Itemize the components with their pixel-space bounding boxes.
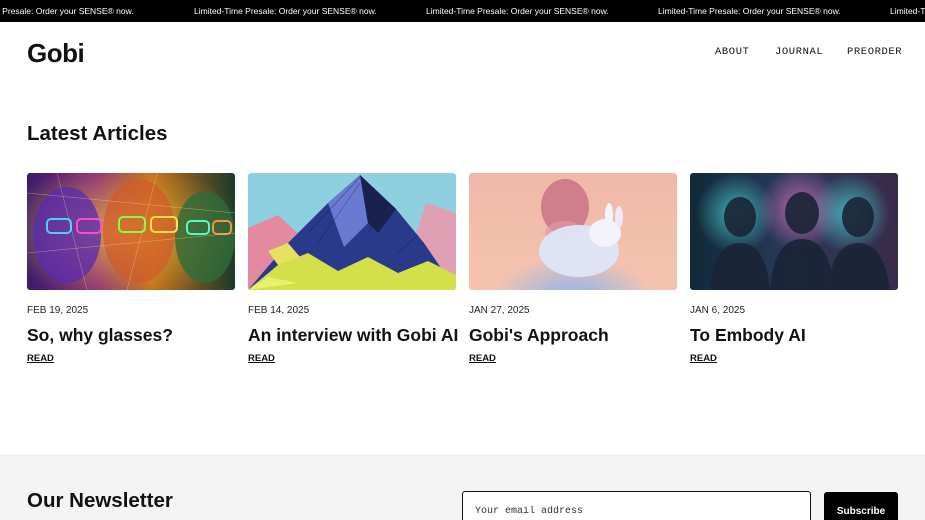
read-link[interactable]: READ (248, 353, 275, 365)
article-date: FEB 19, 2025 (27, 305, 89, 316)
neon-glasses-faces-image[interactable] (27, 173, 235, 290)
subscribe-button[interactable]: Subscribe (824, 492, 898, 520)
promo-banner-text: Limited-Time Presale: Order your SENSE® … (194, 6, 377, 16)
article-date: FEB 14, 2025 (248, 305, 310, 316)
article-date: JAN 27, 2025 (469, 305, 530, 316)
read-link[interactable]: READ (690, 353, 717, 365)
promo-banner-text: Limited-Ti (890, 6, 925, 16)
promo-banner-text: me Presale: Order your SENSE® now. (0, 6, 134, 16)
read-link[interactable]: READ (469, 353, 496, 365)
promo-banner-text: Limited-Time Presale: Order your SENSE® … (426, 6, 609, 16)
nav-about[interactable]: ABOUT (715, 46, 750, 58)
glowing-silhouettes-image[interactable] (690, 173, 898, 290)
promo-banner: me Presale: Order your SENSE® now. Limit… (0, 0, 925, 22)
newsletter-title: Our Newsletter (27, 489, 173, 512)
mountain-illustration-image[interactable] (248, 173, 456, 290)
nav-preorder[interactable]: PREORDER (847, 46, 902, 58)
article-title[interactable]: So, why glasses? (27, 324, 173, 346)
promo-banner-text: Limited-Time Presale: Order your SENSE® … (658, 6, 841, 16)
read-link[interactable]: READ (27, 353, 54, 365)
nav-journal[interactable]: JOURNAL (775, 46, 823, 58)
article-title[interactable]: An interview with Gobi AI (248, 324, 458, 346)
article-title[interactable]: To Embody AI (690, 324, 806, 346)
article-title[interactable]: Gobi's Approach (469, 324, 609, 346)
section-title: Latest Articles (27, 122, 168, 145)
email-input[interactable] (462, 491, 811, 520)
article-date: JAN 6, 2025 (690, 305, 746, 316)
person-with-rabbit-image[interactable] (469, 173, 677, 290)
site-logo[interactable]: Gobi (27, 38, 85, 68)
